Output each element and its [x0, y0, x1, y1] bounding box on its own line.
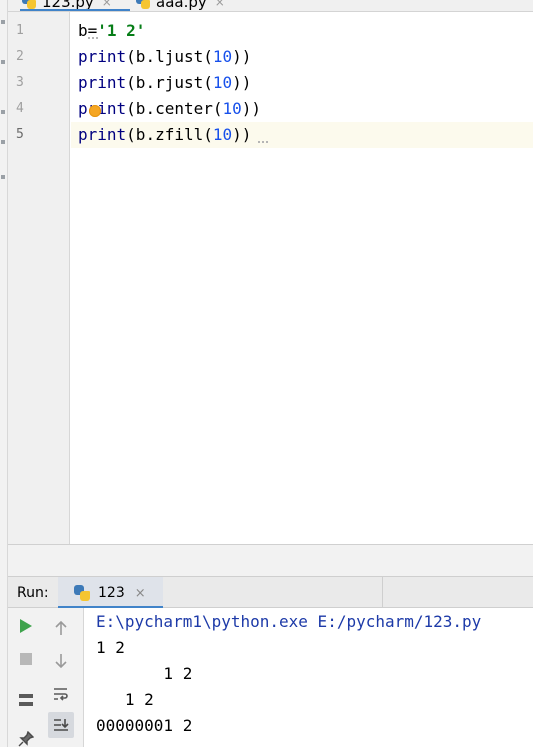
- line-number: 3: [16, 75, 24, 90]
- typo-underline: [88, 36, 98, 39]
- strip-marker: [1, 110, 5, 114]
- console-output-line: 1 2: [96, 690, 154, 709]
- keyword-token: print: [78, 73, 127, 92]
- python-file-icon: [74, 585, 90, 601]
- console-command-line: E:\pycharm1\python.exe E:/pycharm/123.py: [96, 612, 482, 631]
- arrow-down-icon[interactable]: [48, 648, 74, 674]
- string-token: '1 2': [97, 21, 146, 40]
- tab-label: 123.py: [42, 0, 94, 11]
- console-output-line: 00000001 2: [96, 716, 193, 735]
- run-label: Run:: [17, 585, 49, 601]
- layout-icon[interactable]: [13, 687, 39, 713]
- line-number: 2: [16, 49, 24, 64]
- code-line[interactable]: print(b.ljust(10)): [78, 44, 251, 70]
- pin-icon[interactable]: [13, 726, 39, 747]
- arrow-up-icon[interactable]: [48, 615, 74, 641]
- typo-underline: [258, 140, 268, 143]
- code-token: (b.zfill(: [126, 125, 213, 144]
- python-file-icon: [22, 0, 36, 9]
- scroll-to-end-icon[interactable]: [48, 712, 74, 738]
- run-panel: E:\pycharm1\python.exe E:/pycharm/123.py…: [8, 608, 533, 747]
- code-token: )): [241, 99, 262, 118]
- close-tab-icon[interactable]: ×: [215, 0, 225, 9]
- header-divider: [382, 577, 383, 609]
- soft-wrap-icon[interactable]: [48, 681, 74, 707]
- code-token: (b.center(: [126, 99, 223, 118]
- strip-marker: [1, 60, 5, 64]
- close-tab-icon[interactable]: ×: [102, 0, 112, 9]
- code-editor[interactable]: 1 2 3 4 5 b='1 2' print(b.ljust(10)) pri…: [8, 12, 533, 544]
- run-tab-label: 123: [98, 585, 125, 601]
- number-token: 10: [222, 99, 242, 118]
- intention-bulb-icon[interactable]: [89, 105, 101, 117]
- strip-marker: [1, 20, 5, 24]
- run-toolbar: [8, 608, 84, 747]
- keyword-token: print: [78, 125, 127, 144]
- editor-tab-bar: 123.py × aaa.py ×: [8, 0, 533, 12]
- code-token: (b.rjust(: [126, 73, 213, 92]
- python-file-icon: [136, 0, 150, 9]
- code-token: )): [232, 47, 252, 66]
- editor-bottom-bar: [8, 544, 533, 576]
- run-tab-123[interactable]: 123 ×: [58, 577, 163, 610]
- number-token: 10: [212, 125, 233, 144]
- keyword-token: print: [78, 47, 127, 66]
- strip-marker: [1, 140, 5, 144]
- console-output-line: 1 2: [96, 664, 193, 683]
- number-token: 10: [212, 73, 233, 92]
- code-line[interactable]: print(b.zfill(10)): [78, 122, 251, 148]
- line-number-gutter: 1 2 3 4 5: [8, 12, 70, 544]
- code-token: )): [232, 73, 252, 92]
- code-token: )): [232, 125, 252, 144]
- code-line[interactable]: print(b.rjust(10)): [78, 70, 251, 96]
- console-output-line: 1 2: [96, 638, 125, 657]
- line-number: 5: [16, 127, 24, 142]
- code-line[interactable]: b='1 2': [78, 18, 145, 44]
- stop-icon[interactable]: [13, 646, 39, 672]
- play-icon[interactable]: [13, 613, 39, 639]
- keyword-token: print: [78, 99, 127, 118]
- left-tool-strip: [0, 0, 8, 747]
- tab-label: aaa.py: [156, 0, 207, 11]
- close-run-tab-icon[interactable]: ×: [135, 586, 146, 601]
- tab-123-py[interactable]: 123.py ×: [20, 0, 130, 11]
- number-token: 10: [212, 47, 233, 66]
- tab-aaa-py[interactable]: aaa.py ×: [134, 0, 229, 11]
- code-token: (b.ljust(: [126, 47, 213, 66]
- code-line[interactable]: print(b.center(10)): [78, 96, 261, 122]
- line-number: 1: [16, 23, 24, 38]
- line-number: 4: [16, 101, 24, 116]
- run-panel-header: Run: 123 ×: [8, 576, 533, 610]
- strip-marker: [1, 175, 5, 179]
